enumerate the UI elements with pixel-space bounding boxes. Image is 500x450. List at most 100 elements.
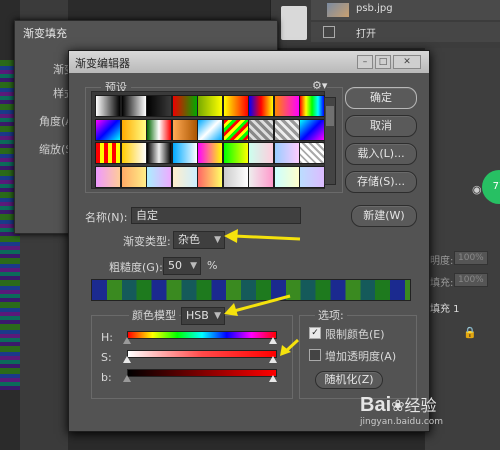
minimize-icon[interactable]: –: [357, 55, 373, 69]
save-button[interactable]: 存储(S)...: [345, 171, 417, 193]
preset-swatch[interactable]: [222, 142, 249, 164]
layer-name: psb.jpg: [356, 3, 393, 14]
watermark-brand: Bai: [360, 394, 392, 416]
load-button[interactable]: 载入(L)...: [345, 143, 417, 165]
saturation-slider-track[interactable]: [127, 350, 277, 358]
preset-swatch[interactable]: [197, 118, 223, 141]
title-bar[interactable]: 渐变编辑器 – □ ✕: [69, 51, 429, 73]
cancel-button[interactable]: 取消: [345, 115, 417, 137]
preset-swatch[interactable]: [146, 165, 172, 188]
brightness-slider-track[interactable]: [127, 369, 277, 377]
preset-swatch[interactable]: [222, 95, 249, 117]
preset-swatch[interactable]: [222, 118, 249, 141]
preset-swatch[interactable]: [248, 95, 274, 117]
brightness-min-handle[interactable]: [123, 375, 131, 382]
close-icon[interactable]: ✕: [393, 55, 421, 69]
hue-slider-track[interactable]: [127, 331, 277, 339]
presets-scrollbar[interactable]: [324, 97, 336, 185]
name-label: 名称(N):: [85, 211, 128, 224]
preset-swatch[interactable]: [197, 165, 223, 188]
preset-swatch[interactable]: [120, 95, 147, 117]
add-transparency-checkbox[interactable]: [309, 349, 321, 361]
preset-swatch[interactable]: [171, 118, 198, 141]
preset-swatch[interactable]: [95, 95, 121, 117]
color-model-value: HSB: [186, 309, 209, 322]
annotation-arrow-icon: [224, 229, 301, 243]
annotation-arrow-icon: [280, 338, 300, 356]
preset-swatch[interactable]: [171, 165, 198, 188]
fill-label: 填充:: [430, 278, 454, 289]
gradient-type-value: 杂色: [178, 233, 200, 246]
fill-layer-name[interactable]: 填充 1: [430, 300, 460, 315]
chevron-down-icon: ▼: [190, 261, 197, 271]
preset-swatch[interactable]: [120, 165, 147, 188]
gradient-type-label: 渐变类型:: [123, 235, 171, 248]
lock-icon[interactable]: 🔒: [463, 326, 477, 339]
preset-swatch[interactable]: [273, 165, 300, 188]
hue-max-handle[interactable]: [269, 337, 277, 344]
randomize-button[interactable]: 随机化(Z): [315, 371, 383, 389]
paw-icon: ❀: [391, 396, 405, 415]
fill-field[interactable]: 100%: [454, 273, 488, 287]
gradient-type-select[interactable]: 杂色 ▼: [173, 231, 225, 249]
channel-b-label: b:: [101, 371, 112, 384]
preset-swatch[interactable]: [197, 142, 223, 164]
preset-swatch[interactable]: [299, 95, 325, 117]
preset-swatch[interactable]: [273, 142, 300, 164]
watermark-brand2: 经验: [404, 396, 437, 415]
chevron-down-icon: ▼: [214, 235, 221, 245]
channel-h-label: H:: [101, 331, 113, 344]
preset-swatch[interactable]: [299, 165, 325, 188]
color-model-select[interactable]: HSB ▼: [181, 307, 225, 325]
preset-swatch[interactable]: [273, 95, 300, 117]
color-model-label: 颜色模型: [129, 307, 179, 323]
dialog-title: 渐变填充: [23, 27, 67, 40]
watermark-url: jingyan.baidu.com: [360, 417, 444, 427]
ok-button[interactable]: 确定: [345, 87, 417, 109]
preset-swatch-grid[interactable]: [91, 91, 325, 189]
roughness-label: 粗糙度(G):: [109, 261, 163, 274]
new-button[interactable]: 新建(W): [351, 205, 417, 227]
preset-swatch[interactable]: [222, 165, 249, 188]
preset-swatch[interactable]: [248, 118, 274, 141]
maximize-icon[interactable]: □: [375, 55, 391, 69]
restrict-colors-checkbox[interactable]: ✓: [309, 327, 321, 339]
add-transparency-label: 增加透明度(A): [325, 350, 397, 363]
preset-swatch[interactable]: [197, 95, 223, 117]
preset-swatch[interactable]: [248, 165, 274, 188]
paragraph-tool-icon[interactable]: [281, 6, 307, 40]
opacity-field[interactable]: 100%: [454, 251, 488, 265]
preset-swatch[interactable]: [146, 142, 172, 164]
brightness-max-handle[interactable]: [269, 375, 277, 382]
preset-swatch[interactable]: [299, 118, 325, 141]
channel-s-label: S:: [101, 351, 112, 364]
preset-swatch[interactable]: [95, 118, 121, 141]
layer-row[interactable]: psb.jpg: [311, 0, 500, 20]
preset-swatch[interactable]: [146, 95, 172, 117]
roughness-unit: %: [207, 259, 218, 272]
scrollbar-thumb[interactable]: [326, 106, 334, 126]
camera-icon[interactable]: ◉: [472, 183, 482, 196]
preset-swatch[interactable]: [95, 142, 121, 164]
layers-panel: [425, 0, 500, 450]
preset-swatch[interactable]: [120, 118, 147, 141]
layer-label: 打开: [356, 29, 376, 40]
preset-swatch[interactable]: [120, 142, 147, 164]
saturation-max-handle[interactable]: [269, 356, 277, 363]
preset-swatch[interactable]: [273, 118, 300, 141]
name-input[interactable]: 自定: [131, 207, 301, 224]
preset-swatch[interactable]: [146, 118, 172, 141]
preset-swatch[interactable]: [95, 165, 121, 188]
preset-swatch[interactable]: [171, 142, 198, 164]
preset-swatch[interactable]: [171, 95, 198, 117]
dialog-title: 渐变编辑器: [75, 57, 130, 70]
layer-checkbox[interactable]: [323, 26, 335, 38]
preset-swatch[interactable]: [299, 142, 325, 164]
saturation-min-handle[interactable]: [123, 356, 131, 363]
layer-row[interactable]: 打开: [311, 22, 500, 42]
roughness-field[interactable]: 50 ▼: [163, 257, 201, 275]
options-label: 选项:: [315, 307, 347, 323]
hue-min-handle[interactable]: [123, 337, 131, 344]
preset-swatch[interactable]: [248, 142, 274, 164]
baidu-watermark: Bai❀经验 jingyan.baidu.com: [360, 392, 443, 427]
